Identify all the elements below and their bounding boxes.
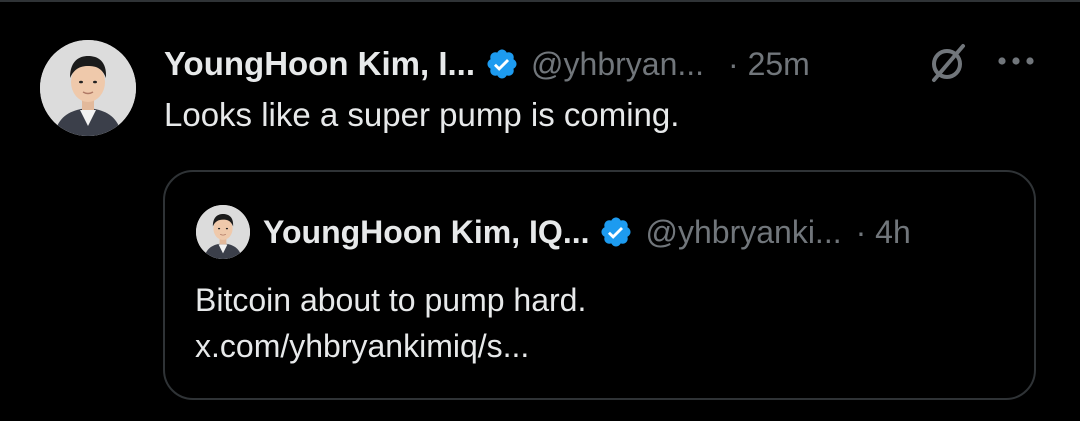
top-divider <box>0 0 1080 2</box>
tweet-text: Looks like a super pump is coming. <box>164 96 680 133</box>
author-handle[interactable]: @yhbryan... <box>531 46 704 83</box>
avatar-image <box>40 40 136 136</box>
verified-badge-icon <box>487 49 517 79</box>
author-name[interactable]: YoungHoon Kim, I... <box>164 45 475 83</box>
quoted-avatar[interactable] <box>196 205 250 259</box>
quoted-author-name[interactable]: YoungHoon Kim, IQ... <box>263 214 589 251</box>
tweet-header: YoungHoon Kim, I... @yhbryan... · 25m <box>164 38 810 90</box>
quoted-tweet-text-line: Bitcoin about to pump hard. <box>195 282 587 318</box>
quoted-tweet-link[interactable]: x.com/yhbryankimiq/s... <box>195 323 586 369</box>
grok-icon[interactable] <box>928 42 968 84</box>
tweet-timestamp[interactable]: · 25m <box>728 46 810 83</box>
quoted-avatar-image <box>196 205 250 259</box>
quoted-tweet-card[interactable]: YoungHoon Kim, IQ... @yhbryanki... · 4h … <box>163 170 1036 400</box>
quoted-tweet-text: Bitcoin about to pump hard. x.com/yhbrya… <box>195 277 586 369</box>
avatar[interactable] <box>40 40 136 136</box>
quoted-tweet-timestamp[interactable]: · 4h <box>856 214 911 251</box>
quoted-author-handle[interactable]: @yhbryanki... <box>645 214 841 251</box>
verified-badge-icon <box>601 217 632 247</box>
more-options-icon[interactable] <box>996 54 1036 68</box>
quoted-tweet-header: YoungHoon Kim, IQ... @yhbryanki... · 4h <box>263 206 911 258</box>
